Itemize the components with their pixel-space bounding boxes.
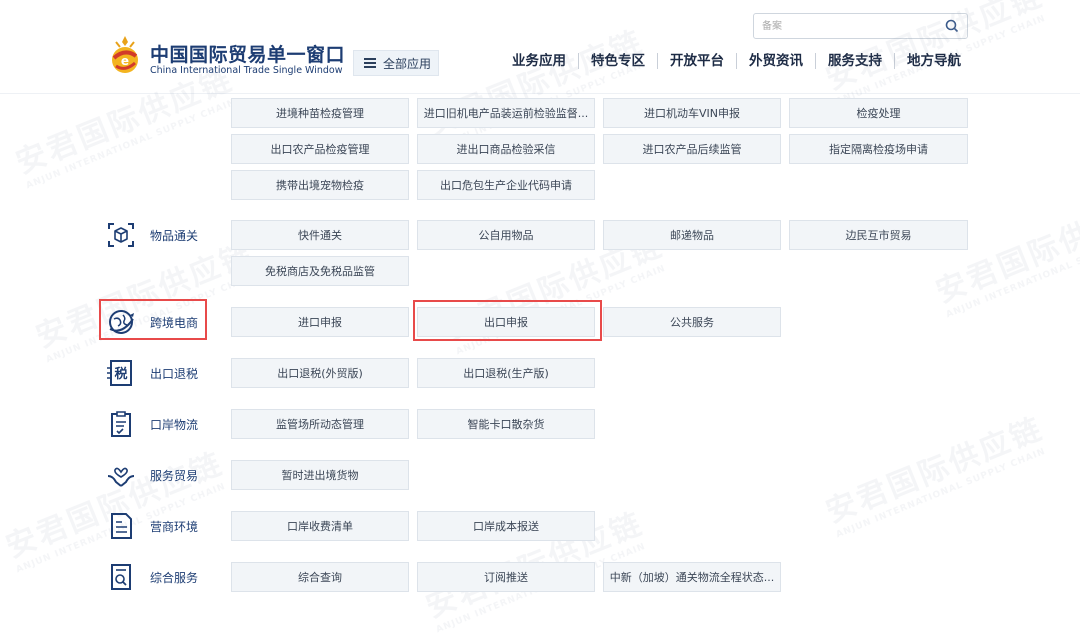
app-button[interactable]: 出口申报: [417, 307, 595, 337]
nav-open-platform[interactable]: 开放平台: [658, 53, 737, 69]
main-nav: 业务应用 特色专区 开放平台 外贸资讯 服务支持 地方导航: [500, 53, 973, 69]
category-port-logistics[interactable]: 口岸物流: [106, 409, 198, 439]
header: e 中国国际贸易单一窗口 China International Trade S…: [0, 0, 1080, 94]
search-doc-icon: [111, 564, 131, 590]
app-button[interactable]: 进口旧机电产品装运前检验监督...: [417, 98, 595, 128]
app-button[interactable]: 快件通关: [231, 220, 409, 250]
app-button[interactable]: 公自用物品: [417, 220, 595, 250]
all-apps-button[interactable]: 全部应用: [353, 50, 439, 76]
app-button[interactable]: 进境种苗检疫管理: [231, 98, 409, 128]
app-button[interactable]: 订阅推送: [417, 562, 595, 592]
app-button[interactable]: 出口退税(外贸版): [231, 358, 409, 388]
svg-text:e: e: [121, 54, 129, 68]
category-service-trade[interactable]: 服务贸易: [106, 460, 198, 490]
category-label: 物品通关: [150, 228, 199, 243]
app-button[interactable]: 检疫处理: [789, 98, 968, 128]
clipboard-icon: [111, 411, 131, 437]
category-label: 营商环境: [150, 519, 199, 534]
app-button[interactable]: 综合查询: [231, 562, 409, 592]
search-input[interactable]: [762, 18, 932, 34]
app-button[interactable]: 指定隔离检疫场申请: [789, 134, 968, 164]
watermark: 安君国际供应链ANJUN INTERNATIONAL SUPPLY CHAIN: [821, 411, 1049, 541]
app-button[interactable]: 进口机动车VIN申报: [603, 98, 781, 128]
app-button[interactable]: 监管场所动态管理: [231, 409, 409, 439]
app-button[interactable]: 携带出境宠物检疫: [231, 170, 409, 200]
tax-icon: 税: [107, 360, 132, 386]
nav-service-support[interactable]: 服务支持: [816, 53, 895, 69]
app-button[interactable]: 出口退税(生产版): [417, 358, 595, 388]
category-business-environment[interactable]: 营商环境: [106, 511, 198, 541]
document-icon: [111, 513, 132, 539]
app-button[interactable]: 智能卡口散杂货: [417, 409, 595, 439]
app-button[interactable]: 免税商店及免税品监管: [231, 256, 409, 286]
app-button[interactable]: 邮递物品: [603, 220, 781, 250]
category-cross-border-ecommerce[interactable]: 跨境电商: [106, 307, 198, 337]
hands-heart-icon: [107, 467, 135, 487]
category-export-tax-refund[interactable]: 税 出口退税: [106, 358, 198, 388]
all-apps-label: 全部应用: [383, 56, 432, 71]
nav-trade-news[interactable]: 外贸资讯: [737, 53, 816, 69]
brand-subtitle: China International Trade Single Window: [150, 65, 343, 76]
nav-local-navigation[interactable]: 地方导航: [895, 53, 973, 69]
package-scan-icon: [108, 223, 134, 247]
app-button[interactable]: 口岸成本报送: [417, 511, 595, 541]
nav-special-zone[interactable]: 特色专区: [579, 53, 658, 69]
app-button[interactable]: 边民互市贸易: [789, 220, 968, 250]
category-comprehensive-service[interactable]: 综合服务: [106, 562, 198, 592]
category-label: 口岸物流: [150, 417, 199, 432]
nav-business-apps[interactable]: 业务应用: [500, 53, 579, 69]
category-label: 出口退税: [150, 366, 199, 381]
category-goods-clearance[interactable]: 物品通关: [106, 220, 198, 250]
app-button[interactable]: 中新（加坡）通关物流全程状态...: [603, 562, 781, 592]
menu-icon: [364, 58, 376, 68]
app-button[interactable]: 公共服务: [603, 307, 781, 337]
app-button[interactable]: 进口农产品后续监管: [603, 134, 781, 164]
watermark: 安君国际供应链ANJUN INTERNATIONAL SUPPLY CHAIN: [931, 191, 1080, 321]
search-icon[interactable]: [945, 19, 959, 33]
search-box: [753, 13, 968, 39]
category-label: 综合服务: [150, 570, 199, 585]
brand-title[interactable]: 中国国际贸易单一窗口: [150, 40, 345, 67]
logo-icon[interactable]: e: [108, 34, 142, 76]
globe-plane-icon: [109, 310, 134, 334]
app-button[interactable]: 出口农产品检疫管理: [231, 134, 409, 164]
category-label: 跨境电商: [150, 315, 199, 330]
app-button[interactable]: 口岸收费清单: [231, 511, 409, 541]
app-button[interactable]: 暂时进出境货物: [231, 460, 409, 490]
app-button[interactable]: 进出口商品检验采信: [417, 134, 595, 164]
category-label: 服务贸易: [150, 468, 199, 483]
svg-text:税: 税: [114, 366, 127, 382]
app-button[interactable]: 出口危包生产企业代码申请: [417, 170, 595, 200]
app-button[interactable]: 进口申报: [231, 307, 409, 337]
